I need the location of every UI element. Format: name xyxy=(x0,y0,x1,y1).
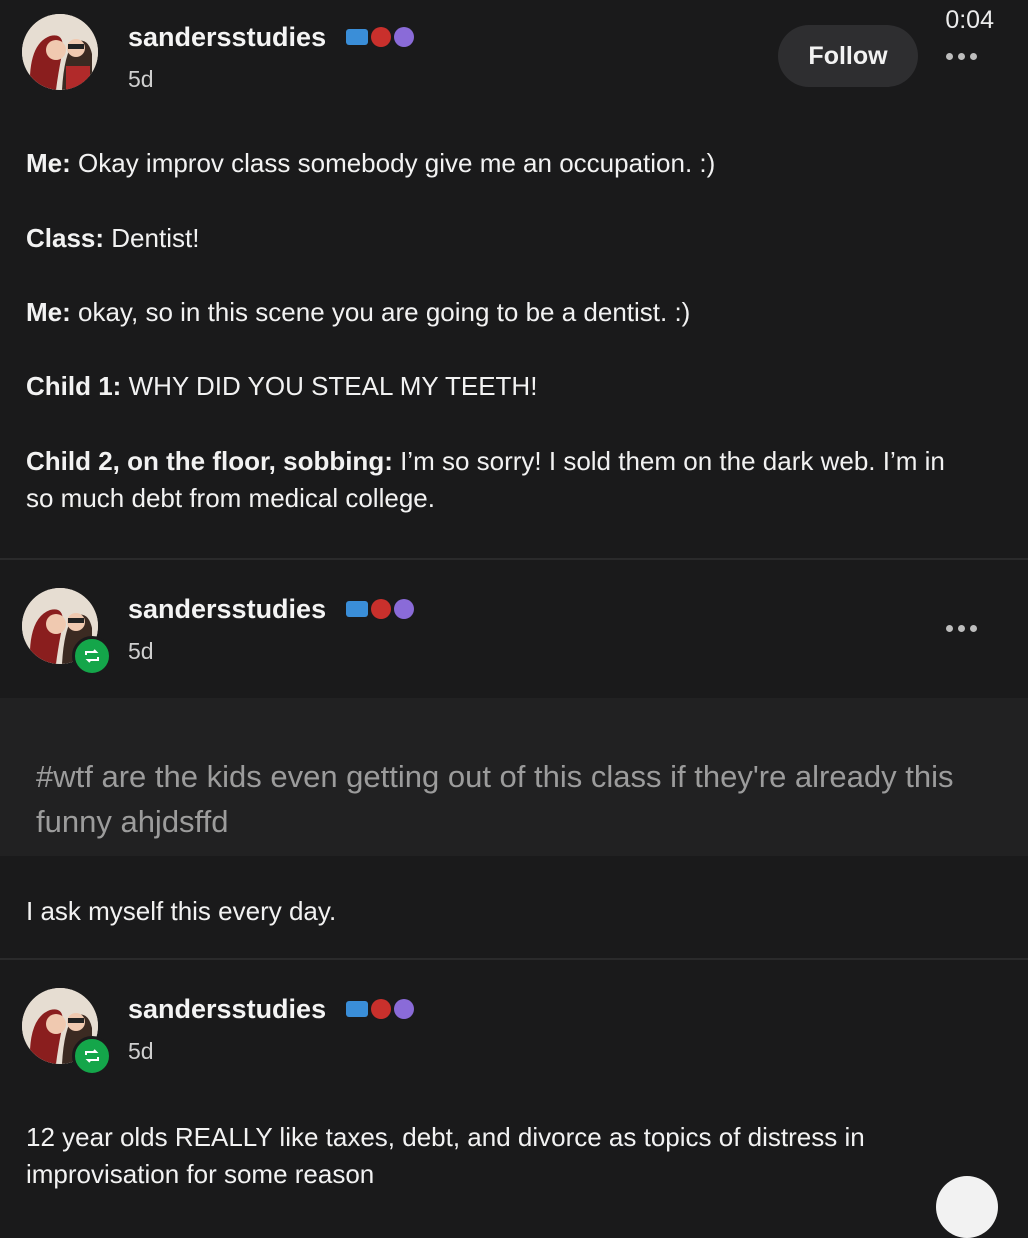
follow-button[interactable]: Follow xyxy=(778,25,918,87)
more-options-icon[interactable] xyxy=(946,50,984,62)
dialogue-line: Child 1: WHY DID YOU STEAL MY TEETH! xyxy=(26,368,948,405)
username[interactable]: sandersstudies xyxy=(128,594,326,625)
purple-paw-badge-icon xyxy=(394,27,414,47)
dialogue-line: Child 2, on the floor, sobbing: I’m so s… xyxy=(26,443,952,517)
post-text: 12 year olds REALLY like taxes, debt, an… xyxy=(26,1122,865,1189)
purple-paw-badge-icon xyxy=(394,999,414,1019)
username[interactable]: sandersstudies xyxy=(128,22,326,53)
reply-text: I ask myself this every day. xyxy=(26,896,337,926)
blue-scroll-badge-icon xyxy=(346,29,368,45)
blue-scroll-badge-icon xyxy=(346,1001,368,1017)
reblog-icon xyxy=(72,1036,112,1076)
speaker: Child 1: xyxy=(26,371,122,401)
red-hexagon-badge-icon xyxy=(371,27,391,47)
blue-scroll-badge-icon xyxy=(346,601,368,617)
speaker: Class: xyxy=(26,223,105,253)
tag-text: #wtf are the kids even getting out of th… xyxy=(36,759,954,839)
speaker: Me: xyxy=(26,148,71,178)
post-time: 5d xyxy=(128,638,154,664)
speaker: Child 2, on the floor, sobbing: xyxy=(26,446,393,476)
badges xyxy=(346,999,414,1019)
avatar[interactable] xyxy=(22,988,112,1076)
speaker: Me: xyxy=(26,297,71,327)
dialogue-line: Me: Okay improv class somebody give me a… xyxy=(26,145,948,182)
post-header: sandersstudies 5d Follow xyxy=(0,0,1028,100)
more-options-icon[interactable] xyxy=(946,622,984,634)
purple-paw-badge-icon xyxy=(394,599,414,619)
scroll-button[interactable] xyxy=(936,1176,998,1238)
dialogue-line: Me: okay, so in this scene you are going… xyxy=(26,294,948,331)
tag-quote-block: #wtf are the kids even getting out of th… xyxy=(0,698,1028,856)
dialogue-text: Dentist! xyxy=(104,223,200,253)
dialogue-line: Class: Dentist! xyxy=(26,220,948,257)
dialogue-text: okay, so in this scene you are going to … xyxy=(70,297,691,327)
reblog-icon xyxy=(72,636,112,676)
divider xyxy=(0,558,1028,560)
badges xyxy=(346,27,414,47)
post-time: 5d xyxy=(128,1038,154,1064)
dialogue-text: Okay improv class somebody give me an oc… xyxy=(70,148,716,178)
post-time: 5d xyxy=(128,66,154,92)
divider xyxy=(0,958,1028,960)
badges xyxy=(346,599,414,619)
dialogue-text: WHY DID YOU STEAL MY TEETH! xyxy=(121,371,538,401)
username[interactable]: sandersstudies xyxy=(128,994,326,1025)
avatar[interactable] xyxy=(22,588,112,676)
avatar-icon xyxy=(22,14,98,90)
red-hexagon-badge-icon xyxy=(371,599,391,619)
avatar[interactable] xyxy=(22,14,98,90)
red-hexagon-badge-icon xyxy=(371,999,391,1019)
